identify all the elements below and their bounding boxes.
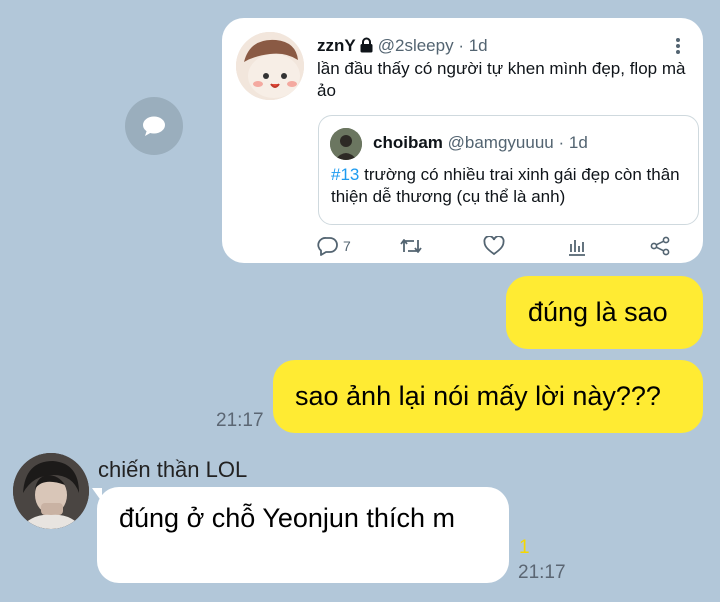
- message-text: sao ảnh lại nói mấy lời này???: [295, 381, 661, 411]
- like-button[interactable]: [483, 236, 505, 256]
- avatar-image: [330, 128, 362, 160]
- quote-time: · 1d: [558, 133, 588, 152]
- message-time: 21:17: [518, 562, 566, 583]
- quote-author-name[interactable]: choibam: [373, 133, 443, 152]
- share-icon: [650, 236, 670, 256]
- avatar-image: [13, 453, 89, 529]
- tweet-header: zznY @2sleepy · 1d: [317, 36, 488, 58]
- sender-name: chiến thần LOL: [98, 457, 248, 482]
- heart-icon: [483, 236, 505, 256]
- tweet-author-avatar[interactable]: [236, 32, 304, 100]
- quote-text: #13 trường có nhiều trai xinh gái đẹp cò…: [331, 164, 691, 208]
- share-message-button[interactable]: [125, 97, 183, 155]
- quote-author-avatar: [330, 128, 362, 160]
- tweet-actions: 7: [317, 236, 677, 260]
- more-vertical-icon[interactable]: [675, 37, 681, 60]
- message-text: đúng là sao: [528, 297, 668, 327]
- outgoing-message[interactable]: sao ảnh lại nói mấy lời này???: [273, 360, 703, 433]
- retweet-icon: [400, 239, 422, 253]
- tweet-card[interactable]: zznY @2sleepy · 1d lần đầu thấy có người …: [222, 18, 703, 263]
- message-time: 21:17: [216, 410, 264, 431]
- quote-body: trường có nhiều trai xinh gái đẹp còn th…: [331, 165, 680, 206]
- analytics-button[interactable]: [566, 236, 588, 256]
- share-tweet-button[interactable]: [649, 236, 671, 256]
- reply-count: 7: [343, 238, 351, 254]
- outgoing-message[interactable]: đúng là sao: [506, 276, 703, 349]
- quote-header: choibam @bamgyuuuu · 1d: [373, 133, 588, 153]
- retweet-button[interactable]: [399, 236, 423, 256]
- lock-icon: [359, 37, 374, 58]
- tweet-author-name[interactable]: zznY: [317, 36, 356, 55]
- speech-bubble-icon: [143, 116, 165, 136]
- reply-button[interactable]: 7: [317, 236, 351, 256]
- sender-avatar[interactable]: [13, 453, 89, 529]
- quoted-tweet[interactable]: choibam @bamgyuuuu · 1d #13 trường có nh…: [318, 115, 699, 225]
- tweet-author-handle[interactable]: @2sleepy: [378, 36, 454, 55]
- unread-count: 1: [519, 537, 530, 558]
- analytics-icon: [569, 240, 585, 256]
- message-text: đúng ở chỗ Yeonjun thích m: [119, 503, 455, 533]
- reply-icon: [317, 237, 338, 256]
- tweet-text: lần đầu thấy có người tự khen mình đẹp, …: [317, 59, 686, 100]
- avatar-image: [236, 32, 304, 100]
- tweet-time: · 1d: [458, 36, 488, 55]
- hashtag-link[interactable]: #13: [331, 165, 359, 184]
- incoming-message[interactable]: đúng ở chỗ Yeonjun thích m: [97, 487, 509, 583]
- quote-author-handle[interactable]: @bamgyuuuu: [448, 133, 554, 152]
